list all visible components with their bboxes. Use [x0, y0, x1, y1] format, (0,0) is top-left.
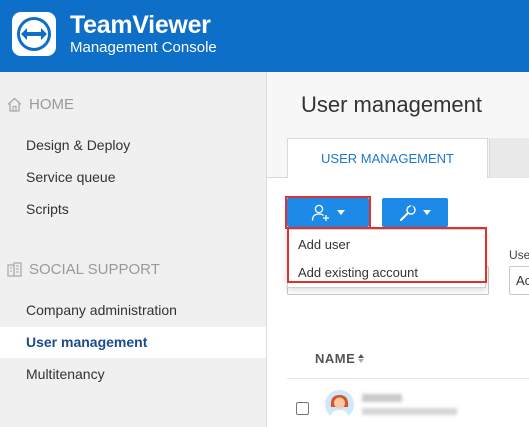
sidebar-section-label: SOCIAL SUPPORT	[29, 261, 160, 278]
wrench-icon	[400, 204, 416, 221]
sidebar-section-social-support[interactable]: SOCIAL SUPPORT	[6, 261, 160, 278]
tab-strip: USER MANAGEMENT	[267, 138, 529, 179]
filter-select[interactable]: Ac	[509, 266, 529, 295]
page-title: User management	[301, 92, 482, 117]
home-icon	[7, 97, 22, 112]
sidebar-item-service-queue[interactable]: Service queue	[0, 162, 266, 193]
brand-name: TeamViewer	[70, 11, 211, 39]
main-panel: User management USER MANAGEMENT Use Ac A…	[267, 72, 529, 427]
teamviewer-logo-icon	[12, 12, 56, 56]
tools-dropdown-button[interactable]	[382, 198, 448, 227]
tab-content: Use Ac Search Add user Add existing acco…	[267, 178, 529, 427]
highlight-box	[285, 196, 371, 229]
tab-user-management[interactable]: USER MANAGEMENT	[287, 138, 488, 179]
sidebar-item-company-administration[interactable]: Company administration	[0, 295, 266, 326]
building-icon	[7, 262, 22, 277]
sidebar: HOME Design & Deploy Service queue Scrip…	[0, 72, 267, 427]
filter-label: Use	[509, 248, 529, 262]
sort-icon	[358, 354, 365, 363]
row-checkbox[interactable]	[296, 402, 309, 415]
app-header: TeamViewer Management Console	[0, 0, 529, 72]
sidebar-item-user-management[interactable]: User management	[0, 327, 266, 358]
table-divider	[287, 378, 529, 379]
column-header-label: NAME	[315, 351, 356, 366]
user-name-redacted	[362, 394, 402, 402]
sidebar-item-multitenancy[interactable]: Multitenancy	[0, 359, 266, 390]
highlight-box	[287, 227, 487, 283]
sidebar-section-label: HOME	[29, 96, 74, 113]
brand: TeamViewer Management Console	[70, 11, 217, 57]
sidebar-section-home[interactable]: HOME	[6, 96, 74, 113]
sidebar-item-design-deploy[interactable]: Design & Deploy	[0, 130, 266, 161]
sidebar-item-scripts[interactable]: Scripts	[0, 194, 266, 225]
chevron-down-icon	[423, 210, 431, 215]
column-header-name[interactable]: NAME	[315, 351, 365, 366]
user-email-redacted	[362, 408, 457, 415]
avatar	[325, 390, 354, 419]
tab-next[interactable]	[489, 138, 529, 178]
brand-subtitle: Management Console	[70, 39, 217, 56]
